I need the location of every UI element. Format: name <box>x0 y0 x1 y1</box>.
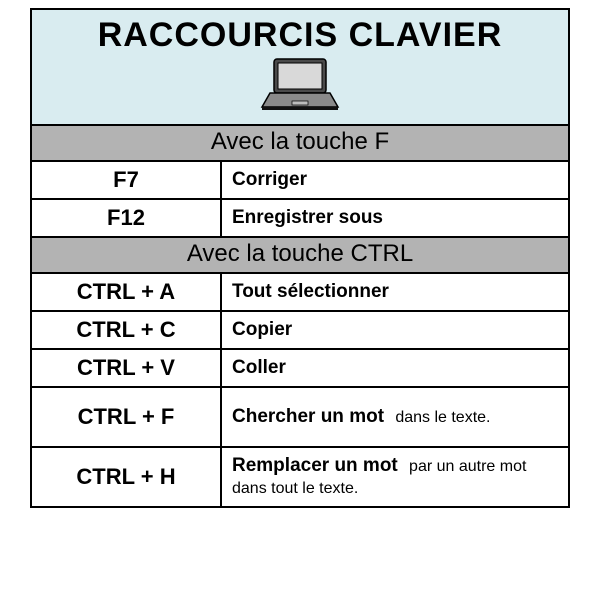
shortcut-key: CTRL + V <box>32 350 222 386</box>
shortcut-desc: Enregistrer sous <box>222 200 568 236</box>
table-row: CTRL + F Chercher un mot dans le texte. <box>32 388 568 448</box>
table-row: F12 Enregistrer sous <box>32 200 568 238</box>
table-row: CTRL + H Remplacer un mot par un autre m… <box>32 448 568 508</box>
shortcut-key: CTRL + H <box>32 448 222 506</box>
table-row: CTRL + A Tout sélectionner <box>32 274 568 312</box>
shortcut-desc: Coller <box>222 350 568 386</box>
section-heading-f: Avec la touche F <box>32 126 568 162</box>
shortcut-desc: Remplacer un mot par un autre mot dans t… <box>222 448 568 506</box>
shortcut-key: F12 <box>32 200 222 236</box>
laptop-icon <box>260 57 340 116</box>
shortcut-key: CTRL + C <box>32 312 222 348</box>
shortcut-desc: Tout sélectionner <box>222 274 568 310</box>
section-heading-ctrl: Avec la touche CTRL <box>32 238 568 274</box>
shortcut-desc: Copier <box>222 312 568 348</box>
shortcut-key: F7 <box>32 162 222 198</box>
shortcut-key: CTRL + A <box>32 274 222 310</box>
sheet-header: RACCOURCIS CLAVIER <box>32 10 568 126</box>
shortcut-sheet: RACCOURCIS CLAVIER Avec la touche F F7 C… <box>30 8 570 508</box>
table-row: CTRL + V Coller <box>32 350 568 388</box>
table-row: F7 Corriger <box>32 162 568 200</box>
shortcut-key: CTRL + F <box>32 388 222 446</box>
shortcut-desc: Chercher un mot dans le texte. <box>222 388 568 446</box>
page-title: RACCOURCIS CLAVIER <box>32 16 568 55</box>
shortcut-desc: Corriger <box>222 162 568 198</box>
table-row: CTRL + C Copier <box>32 312 568 350</box>
